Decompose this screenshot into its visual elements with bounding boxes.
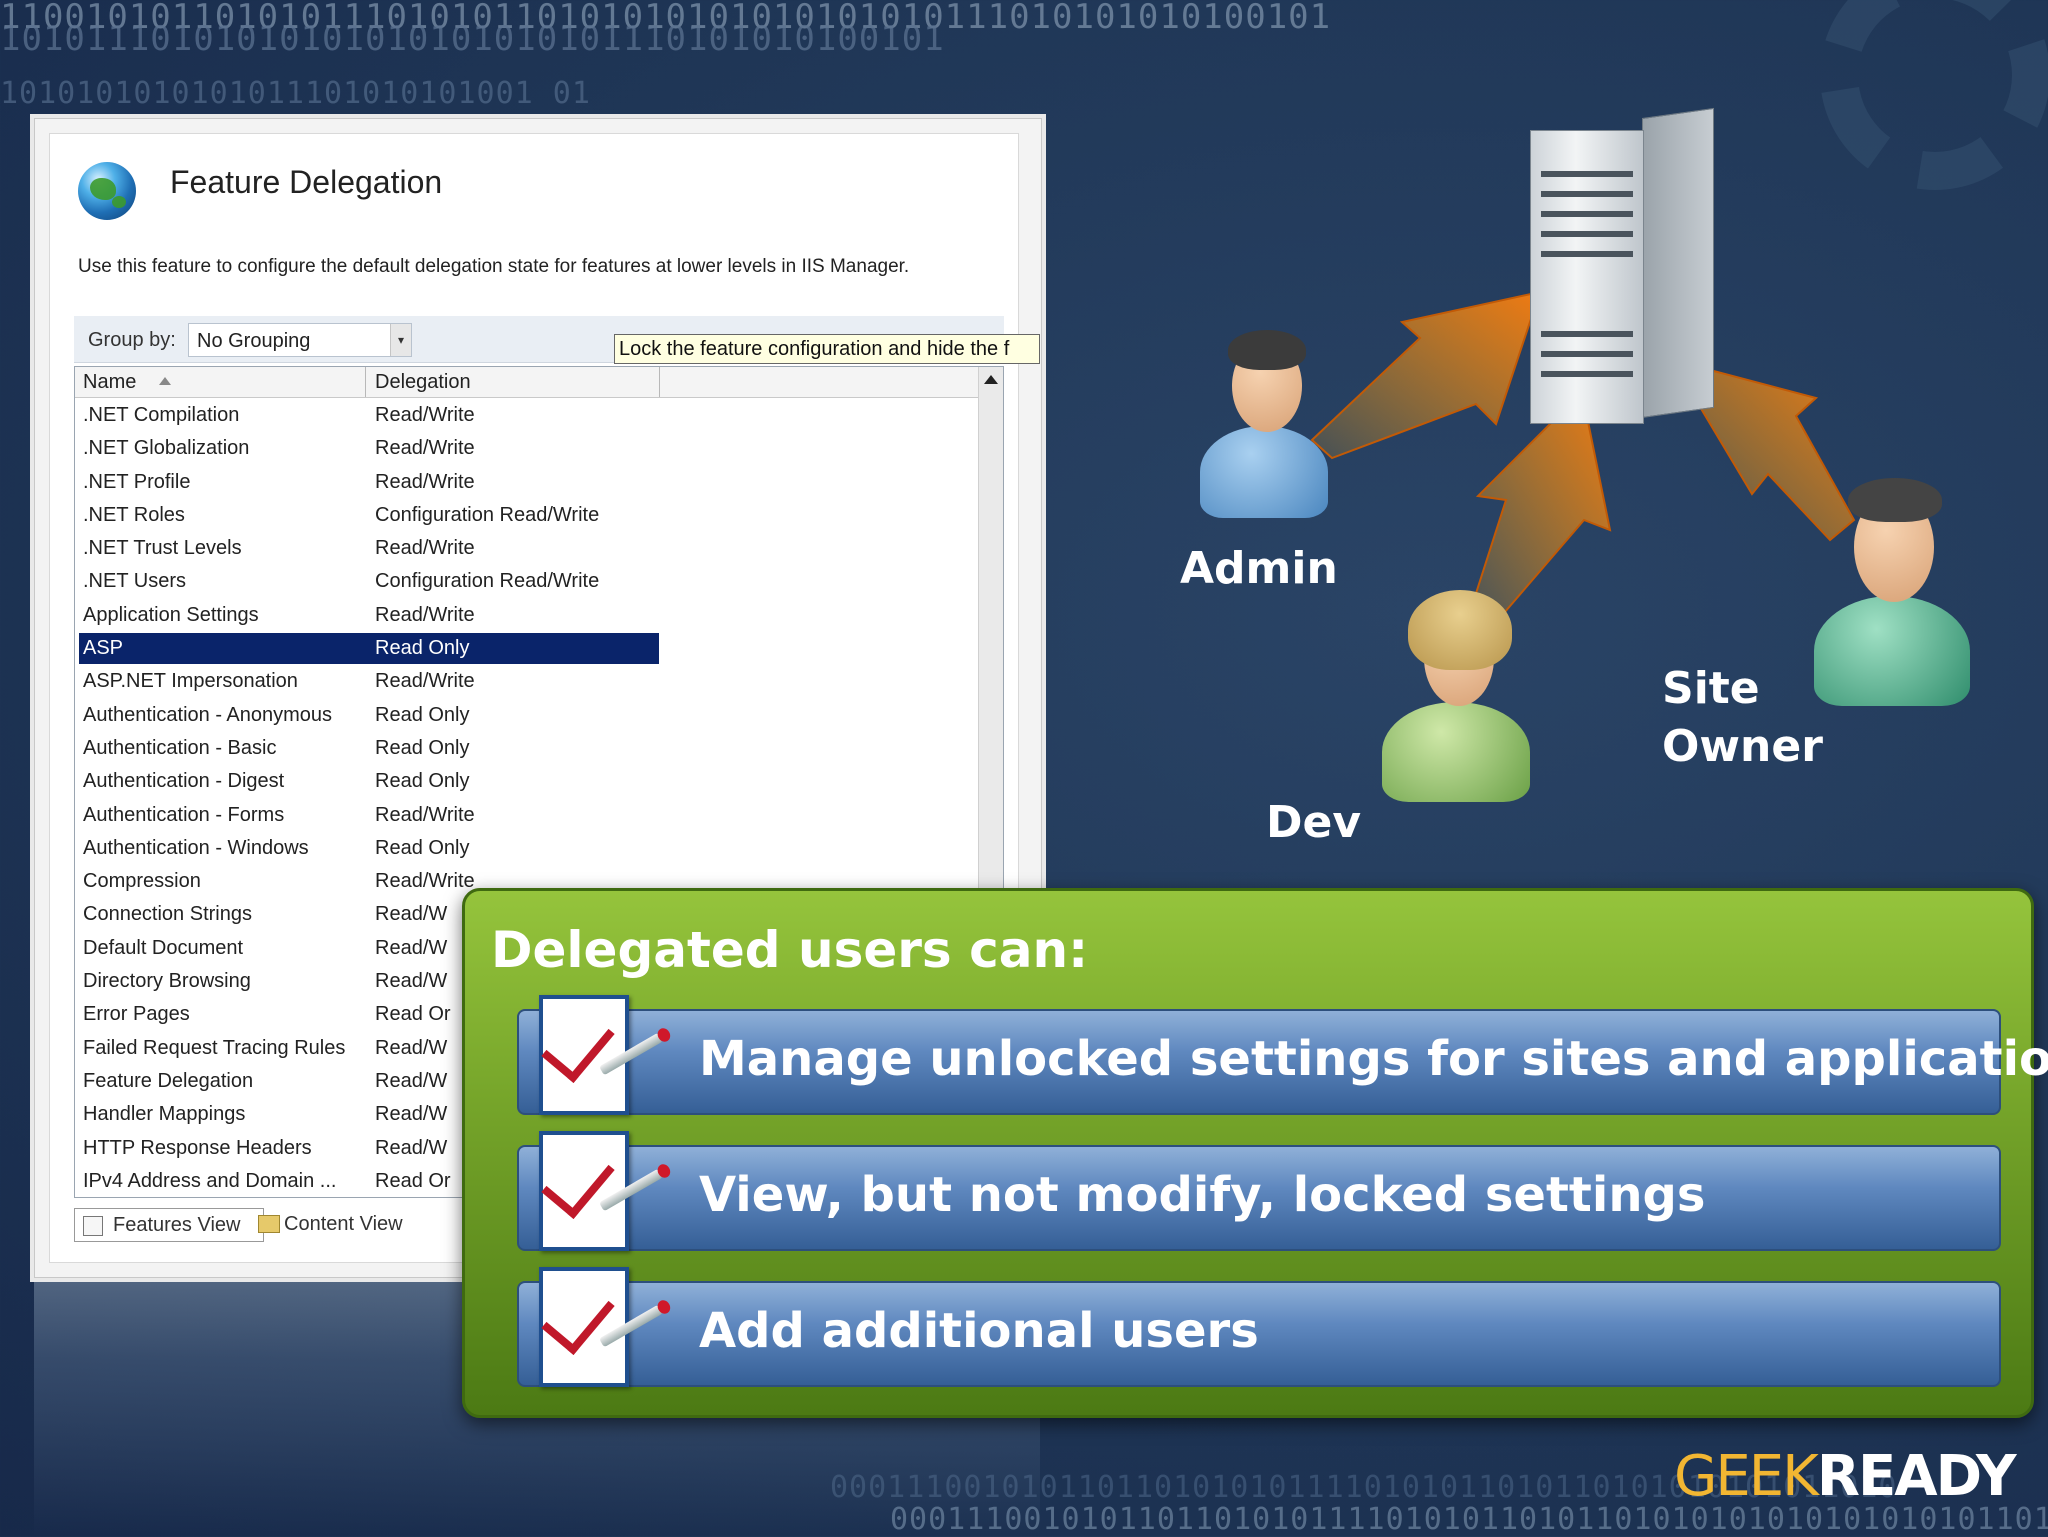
admin-label: Admin — [1180, 543, 1338, 594]
capability-item: View, but not modify, locked settings — [517, 1131, 2001, 1251]
capability-text: Manage unlocked settings for sites and a… — [699, 1031, 2048, 1087]
capability-item: Add additional users — [517, 1267, 2001, 1387]
capability-text: View, but not modify, locked settings — [699, 1167, 1706, 1223]
dev-user-icon — [1378, 586, 1534, 806]
checklist-icon — [539, 1131, 629, 1251]
checklist-icon — [539, 995, 629, 1115]
site-owner-label-line1: Site — [1662, 663, 1760, 714]
delegated-users-panel: Delegated users can: Manage unlocked set… — [462, 888, 2048, 1418]
site-owner-user-icon — [1806, 472, 1976, 712]
server-icon — [1530, 107, 1714, 428]
panel-title: Delegated users can: — [491, 921, 1089, 979]
server-side — [1642, 107, 1714, 419]
capability-item: Manage unlocked settings for sites and a… — [517, 995, 2048, 1115]
server-front — [1530, 130, 1644, 424]
admin-user-icon — [1194, 322, 1334, 522]
logo-geek: GEEK — [1674, 1444, 1819, 1509]
capability-text: Add additional users — [699, 1303, 1259, 1359]
geekready-logo: GEEKREADY — [1674, 1444, 2017, 1509]
arrow-admin-to-server — [1310, 290, 1542, 460]
site-owner-label: Site Owner — [1662, 660, 1823, 776]
site-owner-label-line2: Owner — [1662, 721, 1823, 772]
dev-label: Dev — [1266, 797, 1362, 848]
logo-ready: READY — [1816, 1444, 2017, 1509]
checklist-icon — [539, 1267, 629, 1387]
